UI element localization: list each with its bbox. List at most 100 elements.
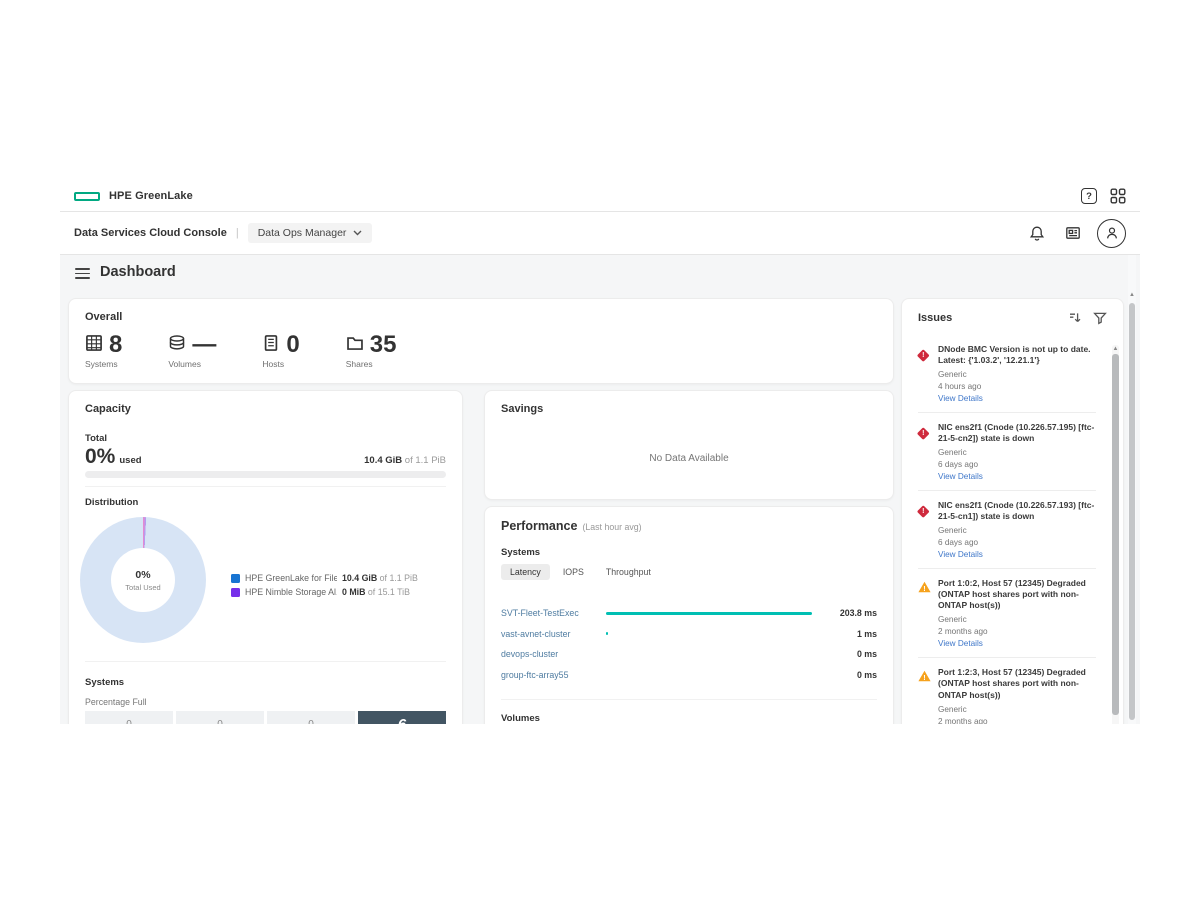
view-details-link[interactable]: View Details <box>938 472 1096 481</box>
issue-item: ! DNode BMC Version is not up to date. L… <box>918 335 1096 413</box>
performance-row: group-ftc-array55 0 ms <box>501 665 877 686</box>
distribution-label: Distribution <box>85 497 446 508</box>
latency-bar <box>606 612 812 615</box>
segment[interactable]: 0 <box>176 711 264 724</box>
volumes-icon <box>168 334 186 357</box>
view-details-link[interactable]: View Details <box>938 394 1096 403</box>
app-selector-dropdown[interactable]: Data Ops Manager <box>248 223 373 243</box>
savings-title: Savings <box>501 403 877 415</box>
bell-icon <box>1029 225 1045 242</box>
console-header: Data Services Cloud Console | Data Ops M… <box>60 212 1140 255</box>
issues-scrollbar[interactable]: ▲ ▼ <box>1112 345 1119 724</box>
overall-stat[interactable]: 35 Shares <box>346 333 397 369</box>
help-button[interactable]: ? <box>1081 188 1097 204</box>
issue-title: NIC ens2f1 (Cnode (10.226.57.195) [ftc-2… <box>938 422 1096 444</box>
news-icon <box>1065 225 1081 241</box>
issue-category: Generic <box>938 705 1096 714</box>
menu-button[interactable] <box>75 268 90 282</box>
user-avatar-button[interactable] <box>1097 219 1126 248</box>
performance-title: Performance <box>501 519 577 533</box>
page-scrollbar[interactable]: ▲ <box>1128 255 1136 724</box>
separator: | <box>236 227 239 239</box>
overall-stat[interactable]: 8 Systems <box>85 333 122 369</box>
system-link[interactable]: devops-cluster <box>501 649 596 659</box>
system-link[interactable]: vast-avnet-cluster <box>501 629 596 639</box>
stat-value: 0 <box>286 333 299 357</box>
contextual-help-button[interactable] <box>1065 225 1081 241</box>
filter-icon <box>1093 311 1107 325</box>
critical-icon: ! <box>918 500 931 559</box>
latency-bar-track <box>606 612 812 615</box>
critical-icon: ! <box>917 427 929 439</box>
latency-bar-track <box>606 632 812 635</box>
scroll-down-icon[interactable]: ▼ <box>1112 723 1119 724</box>
performance-volumes-label: Volumes <box>501 713 877 724</box>
user-icon <box>1104 225 1120 241</box>
performance-tab[interactable]: Throughput <box>597 564 660 580</box>
issue-title: NIC ens2f1 (Cnode (10.226.57.193) [ftc-2… <box>938 500 1096 522</box>
brand-title: HPE GreenLake <box>109 190 193 202</box>
issue-item: ! NIC ens2f1 (Cnode (10.226.57.193) [ftc… <box>918 491 1096 569</box>
scroll-up-icon[interactable]: ▲ <box>1112 345 1119 353</box>
stat-label: Systems <box>85 359 122 369</box>
performance-row: vast-avnet-cluster 1 ms <box>501 624 877 645</box>
volumes-icon <box>168 334 186 352</box>
stat-label: Shares <box>346 359 397 369</box>
performance-tab[interactable]: Latency <box>501 564 550 580</box>
overall-title: Overall <box>85 311 877 323</box>
app-window: HPE GreenLake ? Data Services Cloud Cons… <box>60 181 1140 724</box>
app-selector-value: Data Ops Manager <box>258 227 347 239</box>
filter-button[interactable] <box>1093 311 1107 325</box>
overall-stat[interactable]: — Volumes <box>168 333 216 369</box>
issue-category: Generic <box>938 615 1096 624</box>
segment[interactable]: 6 <box>358 711 446 724</box>
critical-icon: ! <box>918 422 931 481</box>
issue-time: 2 months ago <box>938 717 1096 724</box>
svg-text:!: ! <box>923 584 925 593</box>
sort-icon <box>1068 311 1082 325</box>
segment[interactable]: 0 <box>85 711 173 724</box>
sort-button[interactable] <box>1068 311 1082 325</box>
systems-icon <box>85 334 103 357</box>
issue-category: Generic <box>938 448 1096 457</box>
performance-card: Performance (Last hour avg) Systems Late… <box>484 506 894 724</box>
legend-row: HPE Nimble Storage Al... 0 MiB of 15.1 T… <box>231 587 446 597</box>
performance-row: devops-cluster 0 ms <box>501 644 877 665</box>
stat-label: Hosts <box>262 359 299 369</box>
hosts-icon <box>262 334 280 352</box>
capacity-card: Capacity Total 0% used 10.4 GiB of 1.1 P… <box>68 390 463 724</box>
performance-tab[interactable]: IOPS <box>554 564 593 580</box>
shares-icon <box>346 334 364 357</box>
legend-row: HPE GreenLake for File... 10.4 GiB of 1.… <box>231 573 446 583</box>
systems-icon <box>85 334 103 352</box>
page-scrollbar-thumb[interactable] <box>1129 303 1135 720</box>
scroll-up-icon[interactable]: ▲ <box>1128 291 1136 299</box>
stat-value: 35 <box>370 333 397 357</box>
performance-subtitle: (Last hour avg) <box>582 522 641 532</box>
view-details-link[interactable]: View Details <box>938 550 1096 559</box>
app-switcher-button[interactable] <box>1110 188 1126 204</box>
system-link[interactable]: group-ftc-array55 <box>501 670 596 680</box>
overall-card: Overall 8 Systems — Volumes <box>68 298 894 384</box>
issue-title: DNode BMC Version is not up to date. Lat… <box>938 344 1096 366</box>
stat-value: — <box>192 333 216 357</box>
top-header: HPE GreenLake ? <box>60 181 1140 212</box>
issue-time: 2 months ago <box>938 627 1096 636</box>
issues-list: ! DNode BMC Version is not up to date. L… <box>918 335 1096 724</box>
overall-stat[interactable]: 0 Hosts <box>262 333 299 369</box>
stat-value: 8 <box>109 333 122 357</box>
legend-value: 0 MiB of 15.1 TiB <box>342 587 410 597</box>
page-title: Dashboard <box>100 264 176 280</box>
hosts-icon <box>262 334 280 357</box>
issues-panel: Issues ! <box>901 298 1124 724</box>
notifications-button[interactable] <box>1029 225 1045 242</box>
system-link[interactable]: SVT-Fleet-TestExec <box>501 608 596 618</box>
segment[interactable]: 0 <box>267 711 355 724</box>
divider <box>85 661 446 662</box>
view-details-link[interactable]: View Details <box>938 639 1096 648</box>
issues-scrollbar-thumb[interactable] <box>1112 354 1119 715</box>
issue-time: 6 days ago <box>938 538 1096 547</box>
capacity-percent-used: 0% <box>85 445 115 469</box>
capacity-donut-chart: 0% Total Used <box>80 517 206 643</box>
latency-value: 1 ms <box>822 629 877 639</box>
